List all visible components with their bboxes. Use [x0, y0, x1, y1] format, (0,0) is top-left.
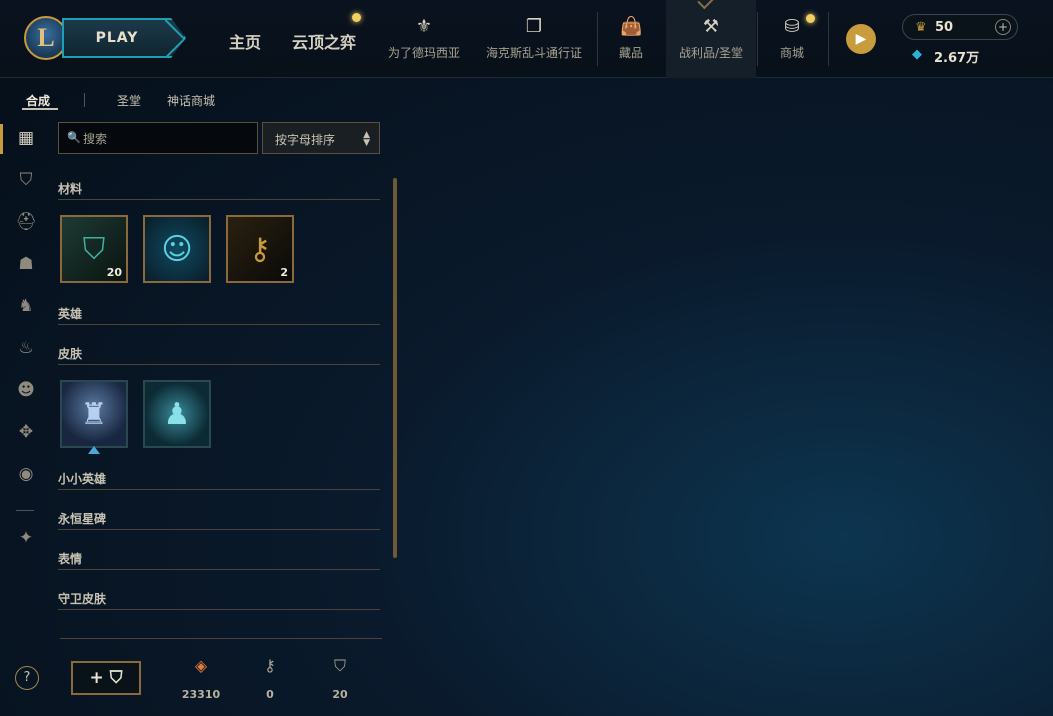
- category-divider: [58, 609, 380, 610]
- disenchant-filter-icon[interactable]: ✦: [14, 526, 38, 550]
- ward-filter-icon[interactable]: ♨: [14, 336, 38, 360]
- rp-balance: ♛ 50 +: [902, 14, 1018, 40]
- orange-essence-icon: ◈: [194, 656, 208, 675]
- tab-sanctum[interactable]: 圣堂: [117, 92, 141, 109]
- little-legend-filter-icon[interactable]: ♞: [14, 294, 38, 318]
- emote-item[interactable]: ☺: [143, 215, 211, 283]
- eternals-filter-icon[interactable]: ✥: [14, 420, 38, 444]
- category-skins[interactable]: 皮肤: [58, 345, 82, 362]
- tab-divider: [84, 93, 85, 107]
- chest-filter-icon[interactable]: ⛉: [14, 168, 38, 192]
- rail-divider: [16, 510, 34, 511]
- nav-label: 为了德玛西亚: [387, 46, 460, 60]
- nav-home[interactable]: 主页: [229, 29, 261, 53]
- search-box[interactable]: 🔍: [58, 122, 258, 154]
- category-divider: [58, 199, 380, 200]
- play-button[interactable]: PLAY: [62, 18, 186, 58]
- nav-label: 藏品: [618, 46, 643, 60]
- pass-icon: ❐: [525, 16, 543, 37]
- help-button[interactable]: ?: [15, 666, 39, 690]
- key-icon: ⚷: [264, 656, 276, 675]
- keys-value: 0: [266, 688, 274, 701]
- category-divider: [58, 364, 380, 365]
- hextech-pass-icon[interactable]: ▶: [846, 24, 876, 54]
- sort-dropdown[interactable]: 按字母排序 ▲ ▼: [262, 122, 380, 154]
- category-emotes[interactable]: 表情: [58, 550, 82, 567]
- store-icon: ⛁: [784, 16, 800, 37]
- nav-divider: [757, 12, 758, 66]
- champion-filter-icon[interactable]: ⛑: [14, 210, 38, 234]
- key-icon: ⚷: [249, 231, 271, 267]
- collection-icon: 👜: [620, 16, 643, 37]
- orange-essence-value: 23310: [181, 688, 221, 701]
- rp-value: 50: [935, 20, 954, 35]
- all-grid-icon[interactable]: ▦: [14, 126, 38, 150]
- skin-filter-icon[interactable]: ☗: [14, 252, 38, 276]
- notification-dot: [352, 13, 361, 22]
- league-logo-icon[interactable]: L: [24, 16, 68, 60]
- demacia-icon: ⚜: [415, 16, 433, 37]
- category-materials[interactable]: 材料: [58, 180, 82, 197]
- chests-value: 20: [332, 688, 348, 701]
- emote-icon: ☺: [161, 231, 193, 267]
- tab-mythic-shop[interactable]: 神话商城: [167, 92, 215, 109]
- skin-art-icon: ♜: [80, 396, 108, 432]
- add-rp-button[interactable]: +: [995, 19, 1011, 35]
- loot-icon: ⚒: [702, 16, 720, 37]
- bottom-divider: [60, 638, 382, 639]
- search-input[interactable]: [83, 129, 251, 149]
- item-count: 20: [106, 266, 122, 279]
- chevron-updown-icon: ▲ ▼: [363, 130, 370, 148]
- nav-demacia[interactable]: ⚜ 为了德玛西亚: [386, 10, 462, 78]
- emote-filter-icon[interactable]: ☻: [14, 378, 38, 402]
- nav-pass[interactable]: ❐ 海克斯乱斗通行证: [484, 10, 584, 78]
- nav-label: 海克斯乱斗通行证: [485, 46, 582, 60]
- nav-label: 战利品/圣堂: [678, 46, 744, 60]
- search-icon: 🔍: [67, 131, 81, 144]
- blue-essence-icon: ◆: [912, 47, 922, 62]
- top-bar: L PLAY 主页 云顶之弈 ⚜ 为了德玛西亚 ❐ 海克斯乱斗通行证 👜 藏品 …: [0, 0, 1053, 78]
- icon-filter-icon[interactable]: ◉: [14, 462, 38, 486]
- skin-shard-item[interactable]: ♟: [143, 380, 211, 448]
- category-divider: [58, 324, 380, 325]
- skin-shard-item[interactable]: ♜: [60, 380, 128, 448]
- chest-icon: ⛉: [333, 656, 346, 675]
- notification-dot: [806, 14, 815, 23]
- rail-active-indicator: [0, 124, 3, 154]
- category-divider: [58, 489, 380, 490]
- nav-tft[interactable]: 云顶之弈: [292, 29, 356, 53]
- active-tab-underline: [22, 108, 58, 110]
- category-divider: [58, 569, 380, 570]
- new-item-marker: [88, 446, 100, 454]
- category-champions[interactable]: 英雄: [58, 305, 82, 322]
- sort-selected-label: 按字母排序: [275, 133, 336, 147]
- tab-craft[interactable]: 合成: [26, 92, 50, 109]
- nav-collection[interactable]: 👜 藏品: [608, 10, 654, 78]
- chest-icon: ⛉: [82, 231, 106, 267]
- category-eternals[interactable]: 永恒星碑: [58, 510, 106, 527]
- nav-label: 商城: [779, 46, 804, 60]
- scrollbar[interactable]: [393, 178, 397, 558]
- category-divider: [58, 529, 380, 530]
- item-count: 2: [280, 266, 288, 279]
- rp-icon: ♛: [915, 20, 927, 35]
- key-fragment-item[interactable]: ⚷ 2: [226, 215, 294, 283]
- category-little-legends[interactable]: 小小英雄: [58, 470, 106, 487]
- category-ward-skins[interactable]: 守卫皮肤: [58, 590, 106, 607]
- nav-divider: [597, 12, 598, 66]
- hextech-chest-item[interactable]: ⛉ 20: [60, 215, 128, 283]
- craft-key-button[interactable]: + ⛉: [71, 661, 141, 695]
- nav-loot[interactable]: ⚒ 战利品/圣堂: [666, 0, 756, 78]
- skin-art-icon: ♟: [163, 396, 191, 432]
- blue-essence-value: 2.67万: [934, 51, 980, 66]
- nav-divider: [828, 12, 829, 66]
